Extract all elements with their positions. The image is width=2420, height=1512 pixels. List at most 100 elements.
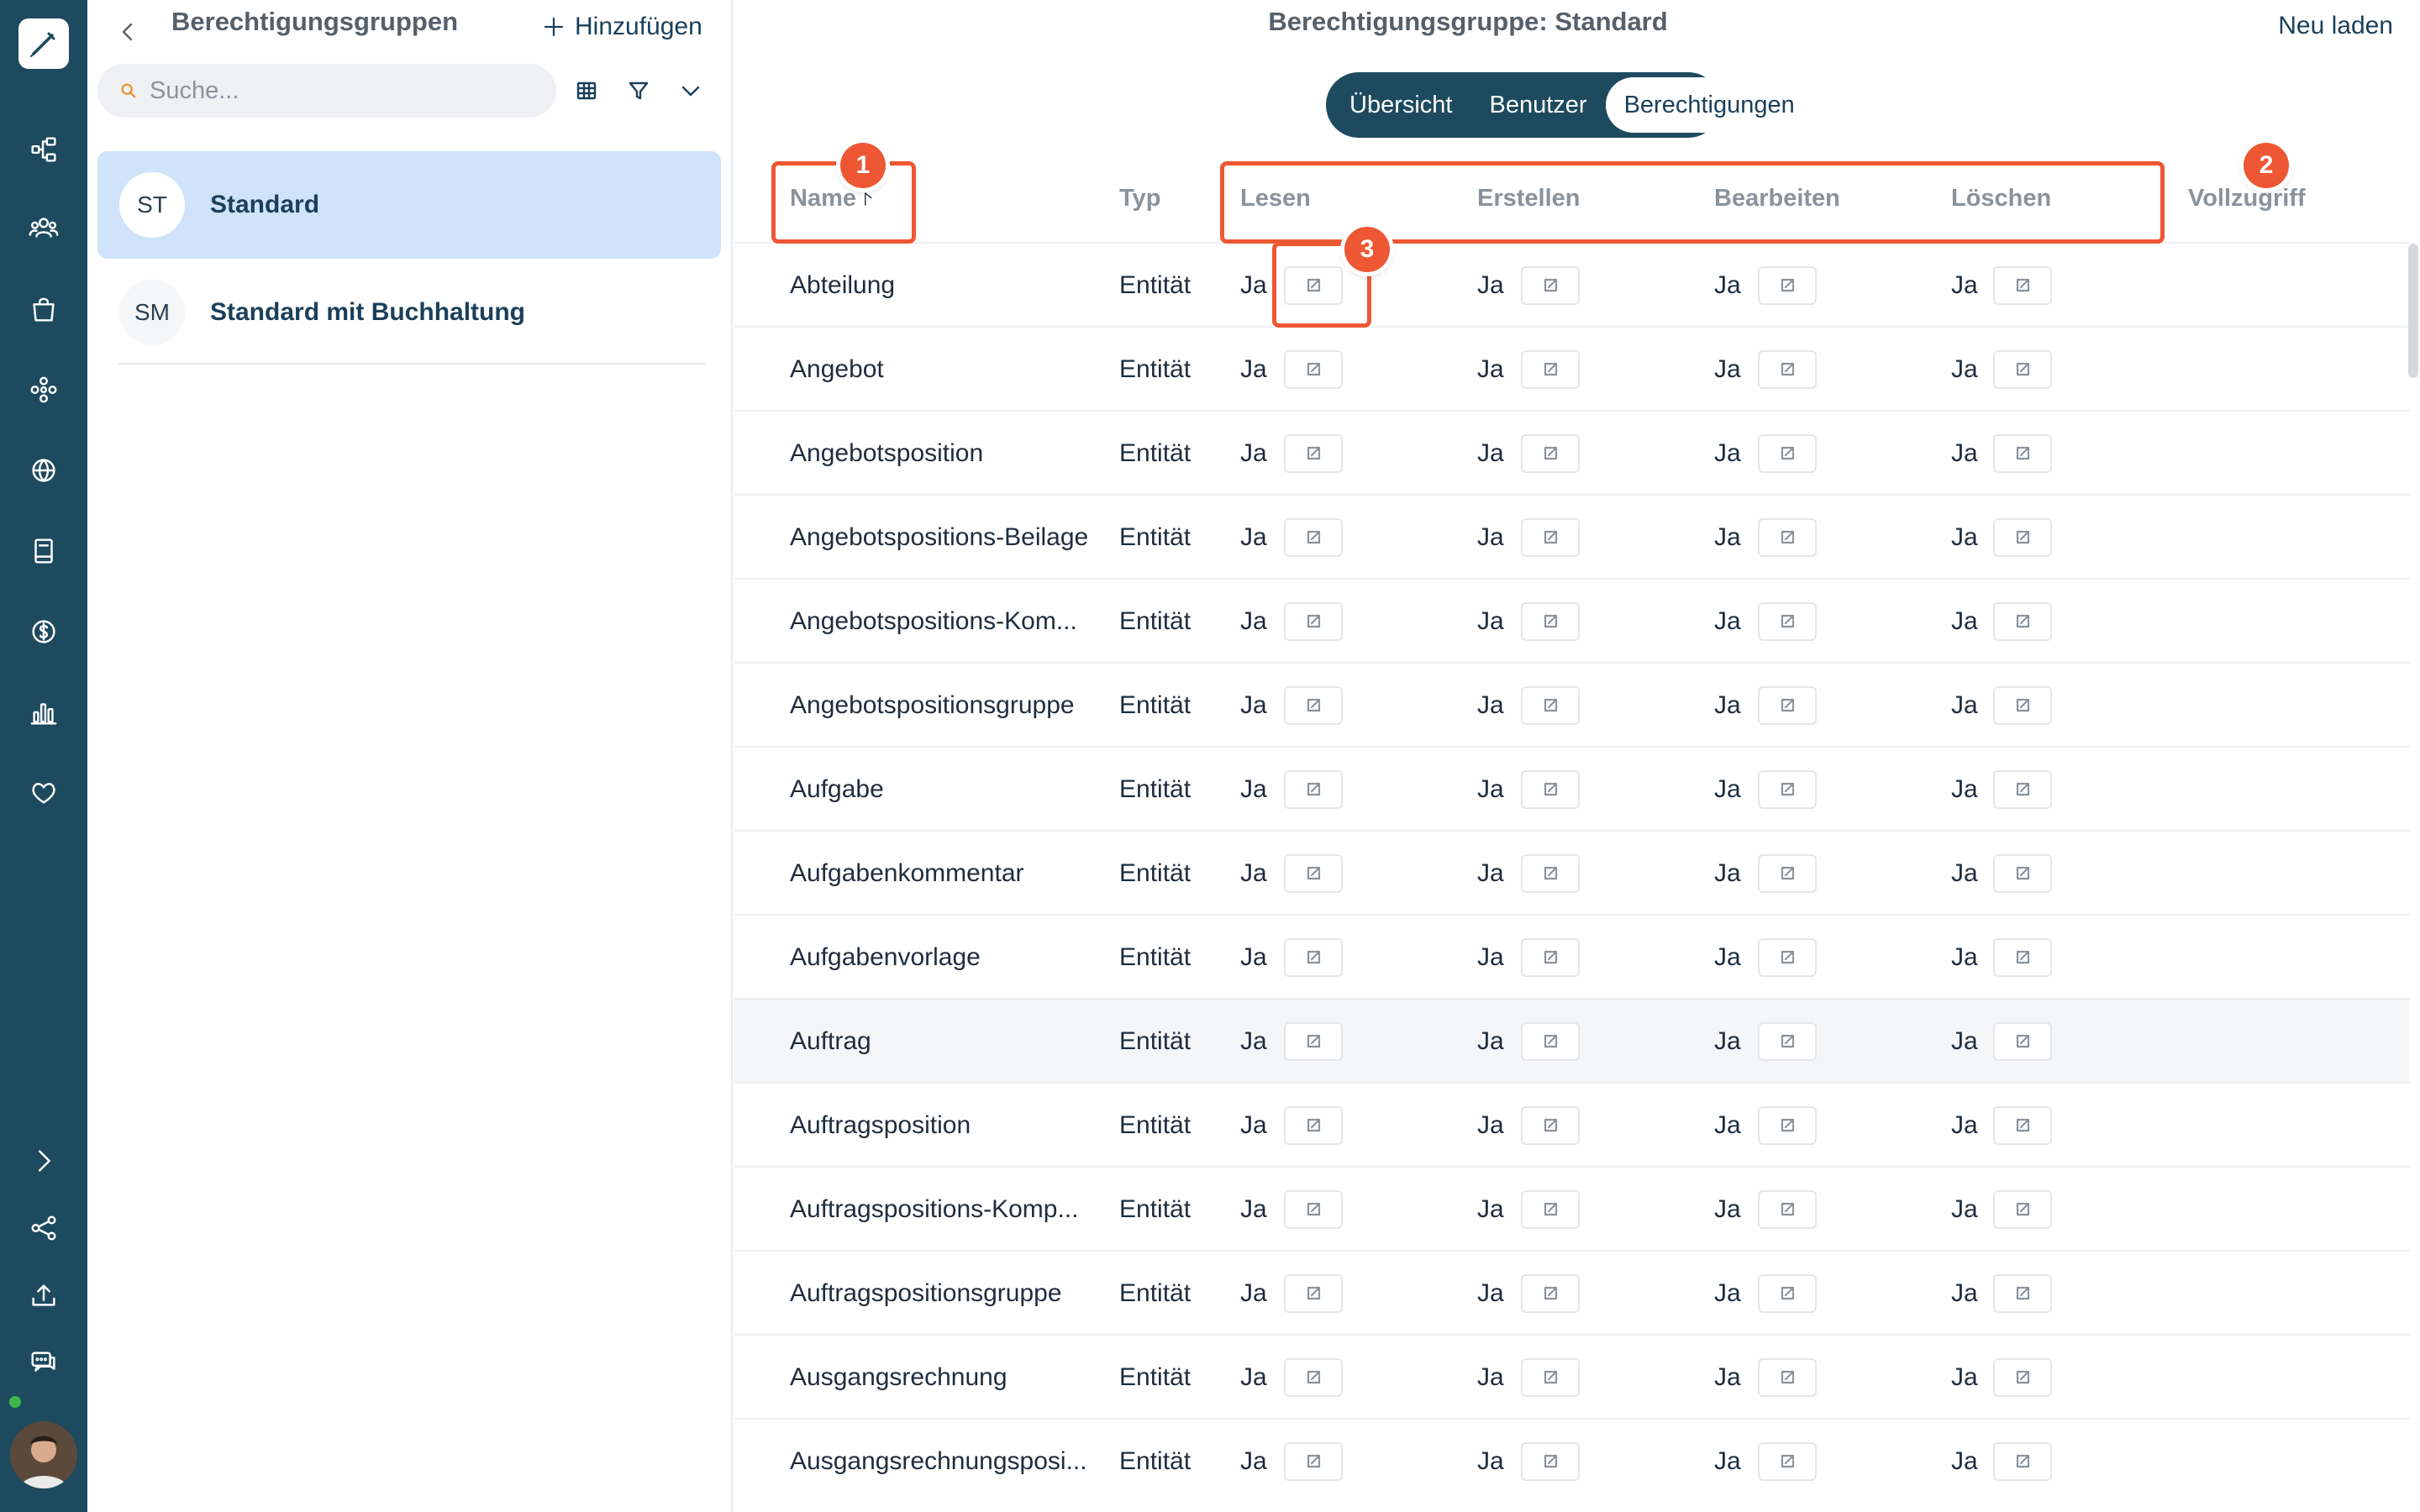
edit-read-button[interactable] [1284,518,1343,557]
edit-create-button[interactable] [1521,350,1580,389]
edit-delete-button[interactable] [1993,350,2052,389]
edit-delete-button[interactable] [1993,770,2052,809]
share-icon[interactable] [18,1203,69,1253]
edit-read-button[interactable] [1284,1274,1343,1313]
edit-edit-button[interactable] [1758,1022,1817,1061]
edit-edit-button[interactable] [1758,266,1817,305]
edit-read-button[interactable] [1284,1442,1343,1481]
edit-edit-button[interactable] [1758,1442,1817,1481]
table-row[interactable]: Aufgabenvorlage Entität Ja Ja Ja Ja [734,914,2410,998]
table-view-icon[interactable] [566,71,607,111]
edit-delete-button[interactable] [1993,1442,2052,1481]
shopping-bag-icon[interactable] [18,284,69,334]
user-avatar[interactable] [10,1421,77,1488]
workflow-icon[interactable] [18,124,69,175]
table-row[interactable]: Angebot Entität Ja Ja Ja Ja [734,326,2410,410]
table-row[interactable]: Ausgangsrechnung Entität Ja Ja Ja Ja [734,1334,2410,1418]
edit-delete-button[interactable] [1993,266,2052,305]
edit-create-button[interactable] [1521,938,1580,977]
edit-create-button[interactable] [1521,1274,1580,1313]
edit-read-button[interactable] [1284,1358,1343,1397]
chevron-down-icon[interactable] [671,71,711,111]
edit-create-button[interactable] [1521,518,1580,557]
edit-read-button[interactable] [1284,770,1343,809]
edit-create-button[interactable] [1521,1022,1580,1061]
tab-users[interactable]: Benutzer [1471,77,1606,133]
edit-create-button[interactable] [1521,1106,1580,1145]
edit-edit-button[interactable] [1758,770,1817,809]
table-row[interactable]: Angebotsposition Entität Ja Ja Ja Ja [734,410,2410,494]
edit-delete-button[interactable] [1993,1022,2052,1061]
table-row[interactable]: Aufgabe Entität Ja Ja Ja Ja [734,746,2410,830]
vertical-scrollbar[interactable] [2408,244,2418,378]
table-row[interactable]: Ausgangsrechnungsposi... Entität Ja Ja Ja Ja [734,1418,2410,1502]
table-row[interactable]: Auftragsposition Entität Ja Ja Ja Ja [734,1082,2410,1166]
tab-permissions[interactable]: Berechtigungen [1605,77,1813,133]
upload-icon[interactable] [18,1270,69,1320]
edit-read-button[interactable] [1284,854,1343,893]
edit-edit-button[interactable] [1758,938,1817,977]
edit-read-button[interactable] [1284,1190,1343,1229]
edit-read-button[interactable] [1284,1106,1343,1145]
table-row[interactable]: Auftragspositionsgruppe Entität Ja Ja Ja Ja [734,1250,2410,1334]
table-row[interactable]: Auftrag Entität Ja Ja Ja Ja [734,998,2410,1082]
edit-edit-button[interactable] [1758,1274,1817,1313]
edit-edit-button[interactable] [1758,1106,1817,1145]
edit-delete-button[interactable] [1993,686,2052,725]
filter-icon[interactable] [618,71,659,111]
table-row[interactable]: Angebotspositions-Kom... Entität Ja Ja Ja Ja [734,578,2410,662]
group-item-standard-buchhaltung[interactable]: SM Standard mit Buchhaltung [97,259,721,366]
edit-create-button[interactable] [1521,1190,1580,1229]
edit-edit-button[interactable] [1758,686,1817,725]
edit-delete-button[interactable] [1993,1190,2052,1229]
edit-create-button[interactable] [1521,434,1580,473]
edit-create-button[interactable] [1521,854,1580,893]
edit-read-button[interactable] [1284,1022,1343,1061]
edit-delete-button[interactable] [1993,518,2052,557]
expand-chevron-icon[interactable] [18,1136,69,1186]
edit-delete-button[interactable] [1993,1274,2052,1313]
column-header-delete[interactable]: Löschen [1951,185,2051,213]
edit-create-button[interactable] [1521,770,1580,809]
edit-edit-button[interactable] [1758,518,1817,557]
edit-delete-button[interactable] [1993,1358,2052,1397]
edit-delete-button[interactable] [1993,854,2052,893]
edit-edit-button[interactable] [1758,434,1817,473]
table-row[interactable]: Abteilung Entität Ja Ja Ja Ja [734,242,2410,326]
edit-read-button[interactable] [1284,602,1343,641]
column-header-full-access[interactable]: Vollzugriff [2188,185,2306,213]
edit-edit-button[interactable] [1758,1358,1817,1397]
edit-edit-button[interactable] [1758,1190,1817,1229]
table-row[interactable]: Aufgabenkommentar Entität Ja Ja Ja Ja [734,830,2410,914]
edit-read-button[interactable] [1284,350,1343,389]
column-header-read[interactable]: Lesen [1240,185,1311,213]
edit-create-button[interactable] [1521,686,1580,725]
team-icon[interactable] [18,203,69,254]
edit-edit-button[interactable] [1758,854,1817,893]
search-input[interactable] [150,76,536,105]
edit-edit-button[interactable] [1758,602,1817,641]
edit-delete-button[interactable] [1993,1106,2052,1145]
table-row[interactable]: Angebotspositions-Beilage Entität Ja Ja Ja Ja [734,494,2410,578]
tab-overview[interactable]: Übersicht [1331,77,1471,133]
edit-create-button[interactable] [1521,266,1580,305]
edit-read-button[interactable] [1284,686,1343,725]
globe-icon[interactable] [18,445,69,496]
back-chevron-icon[interactable] [106,10,150,54]
column-header-edit[interactable]: Bearbeiten [1714,185,1840,213]
edit-read-button[interactable] [1284,266,1343,305]
edit-delete-button[interactable] [1993,602,2052,641]
modules-icon[interactable] [18,365,69,415]
column-header-type[interactable]: Typ [1119,185,1160,213]
reload-button[interactable]: Neu laden [2278,12,2393,40]
column-header-name[interactable]: Name [790,185,875,213]
edit-create-button[interactable] [1521,1358,1580,1397]
chart-icon[interactable] [18,687,69,738]
chat-icon[interactable] [18,1337,69,1388]
heart-icon[interactable] [18,768,69,818]
edit-edit-button[interactable] [1758,350,1817,389]
edit-create-button[interactable] [1521,602,1580,641]
edit-read-button[interactable] [1284,938,1343,977]
book-icon[interactable] [18,526,69,576]
finance-icon[interactable] [18,606,69,657]
